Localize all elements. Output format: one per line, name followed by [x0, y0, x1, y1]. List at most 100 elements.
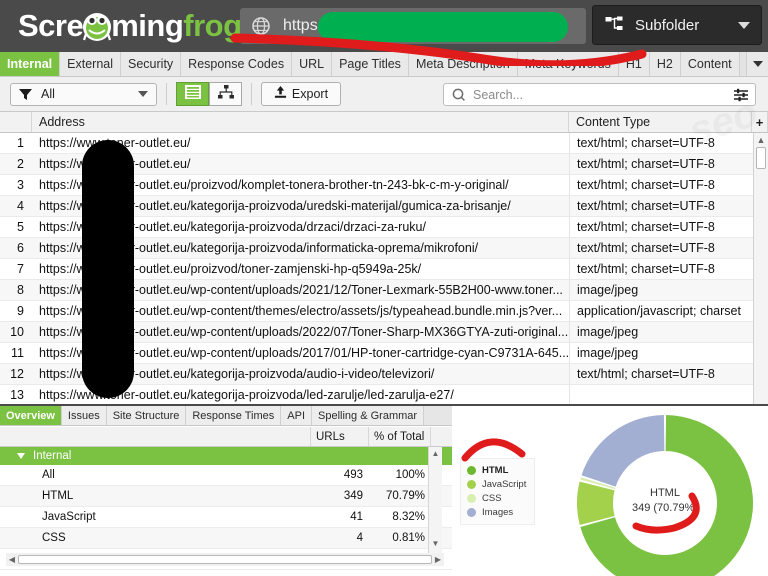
scroll-up-icon[interactable]: ▲ — [429, 447, 442, 459]
cell-content-type — [569, 385, 752, 404]
content-type-donut-chart[interactable]: HTML 349 (70.79%) — [570, 408, 760, 576]
bottom-tab-api[interactable]: API — [281, 406, 313, 425]
chevron-down-icon — [752, 61, 763, 67]
row-index: 12 — [10, 367, 24, 381]
chevron-down-icon[interactable] — [738, 21, 750, 29]
bottom-tab-response-times[interactable]: Response Times — [186, 406, 282, 425]
cell-content-type: image/jpeg — [569, 343, 752, 363]
chart-legend: HTML JavaScript CSS Images — [460, 458, 536, 525]
overview-row[interactable]: All 493 100% — [0, 465, 452, 486]
overview-vertical-scrollbar[interactable]: ▲ ▼ — [428, 447, 442, 559]
row-index: 1 — [17, 136, 24, 150]
screaming-frog-window: Scre mingfrog https Subfolder Internal E… — [0, 0, 768, 576]
main-tabs-overflow-button[interactable] — [746, 52, 768, 76]
sliders-icon[interactable] — [734, 88, 748, 102]
cell-content-type: text/html; charset=UTF-8 — [569, 364, 752, 384]
overview-row-pct: 0.81% — [392, 532, 425, 544]
filter-dropdown[interactable]: All — [10, 82, 157, 106]
tab-meta-description[interactable]: Meta Description — [408, 52, 518, 76]
overview-row[interactable]: HTML 349 70.79% — [0, 486, 452, 507]
triangle-down-icon[interactable] — [17, 453, 25, 459]
tab-label: H1 — [625, 57, 642, 71]
search-placeholder: Search... — [473, 87, 524, 102]
scrollbar-thumb[interactable] — [756, 147, 766, 169]
overview-horizontal-scrollbar[interactable]: ◀ ▶ — [6, 553, 444, 566]
row-index: 5 — [17, 220, 24, 234]
row-index: 11 — [11, 346, 24, 360]
scroll-down-icon[interactable]: ▼ — [429, 537, 442, 549]
legend-item-html[interactable]: HTML — [467, 463, 526, 477]
overview-row-urls: 4 — [356, 532, 363, 544]
tab-url[interactable]: URL — [292, 52, 333, 76]
legend-swatch — [467, 507, 476, 517]
tab-content[interactable]: Content — [680, 52, 740, 76]
tab-label: H2 — [656, 57, 673, 71]
tab-label: Security — [128, 57, 174, 71]
row-index: 6 — [17, 241, 24, 255]
overview-column-header-urls[interactable]: URLs — [311, 427, 369, 446]
bottom-tab-label: Spelling & Grammar — [318, 409, 418, 422]
tree-view-button[interactable] — [209, 82, 242, 106]
cell-content-type: text/html; charset=UTF-8 — [569, 259, 752, 279]
column-header-index[interactable] — [0, 112, 32, 132]
export-button[interactable]: Export — [261, 82, 341, 106]
bottom-tab-overview[interactable]: Overview — [0, 406, 62, 425]
cell-content-type: text/html; charset=UTF-8 — [569, 196, 752, 216]
row-index: 13 — [10, 388, 24, 402]
legend-label: JavaScript — [482, 478, 527, 490]
overview-row[interactable]: CSS 4 0.81% — [0, 528, 452, 549]
cell-content-type: text/html; charset=UTF-8 — [569, 217, 752, 237]
bottom-tab-spelling-grammar[interactable]: Spelling & Grammar — [312, 406, 425, 425]
column-header-content-type[interactable]: Content Type — [569, 112, 752, 132]
overview-row-label: HTML — [42, 490, 74, 502]
legend-item-javascript[interactable]: JavaScript — [467, 477, 526, 491]
search-input[interactable]: Search... — [443, 83, 756, 106]
url-input-value: https — [283, 17, 318, 34]
tab-external[interactable]: External — [60, 52, 122, 76]
tab-label: URL — [299, 57, 325, 71]
tab-label: Meta Description — [415, 57, 510, 71]
table-vertical-scrollbar[interactable]: ▲ — [753, 133, 768, 404]
donut-center-title: HTML — [650, 487, 680, 499]
legend-label: HTML — [482, 464, 509, 476]
legend-item-images[interactable]: Images — [467, 505, 526, 519]
overview-group-internal[interactable]: Internal — [0, 447, 452, 465]
scroll-up-icon[interactable]: ▲ — [754, 133, 768, 146]
tab-response-codes[interactable]: Response Codes — [181, 52, 293, 76]
scroll-left-icon[interactable]: ◀ — [6, 555, 18, 564]
legend-swatch — [467, 465, 476, 475]
scrollbar-thumb[interactable] — [18, 555, 432, 564]
chevron-down-icon — [138, 91, 148, 97]
plus-icon[interactable]: + — [752, 112, 768, 132]
tab-page-titles[interactable]: Page Titles — [332, 52, 409, 76]
overview-row[interactable]: JavaScript 41 8.32% — [0, 507, 452, 528]
filter-value: All — [41, 87, 55, 101]
crawl-mode-subfolder-button[interactable]: Subfolder — [592, 5, 762, 45]
url-redaction-block — [318, 12, 568, 42]
cell-content-type: text/html; charset=UTF-8 — [569, 133, 752, 153]
tab-internal[interactable]: Internal — [0, 52, 61, 76]
title-bar: Scre mingfrog https Subfolder — [0, 0, 768, 52]
overview-column-header-pct[interactable]: % of Total — [369, 427, 431, 446]
cell-content-type: image/jpeg — [569, 322, 752, 342]
tab-label: Content — [687, 57, 732, 71]
cell-content-type: image/jpeg — [569, 280, 752, 300]
list-view-button[interactable] — [176, 82, 209, 106]
tab-h1[interactable]: H1 — [618, 52, 650, 76]
overview-row-urls: 493 — [343, 469, 363, 481]
cell-content-type: text/html; charset=UTF-8 — [569, 154, 752, 174]
tab-security[interactable]: Security — [121, 52, 182, 76]
bottom-tab-site-structure[interactable]: Site Structure — [106, 406, 187, 425]
row-index: 2 — [17, 157, 24, 171]
tab-meta-keywords[interactable]: Meta Keywords — [517, 52, 619, 76]
legend-item-css[interactable]: CSS — [467, 491, 526, 505]
scroll-right-icon[interactable]: ▶ — [432, 555, 444, 564]
tab-h2[interactable]: H2 — [649, 52, 681, 76]
overview-panel: URLs % of Total Internal All 493 100% HTML 3… — [0, 427, 452, 576]
column-header-address[interactable]: Address — [32, 112, 569, 132]
overview-column-header-name — [0, 427, 311, 446]
toolbar-divider-2 — [251, 83, 252, 105]
bottom-tab-label: Issues — [67, 409, 100, 422]
bottom-tab-issues[interactable]: Issues — [61, 406, 107, 425]
donut-slice-images[interactable] — [581, 415, 665, 487]
